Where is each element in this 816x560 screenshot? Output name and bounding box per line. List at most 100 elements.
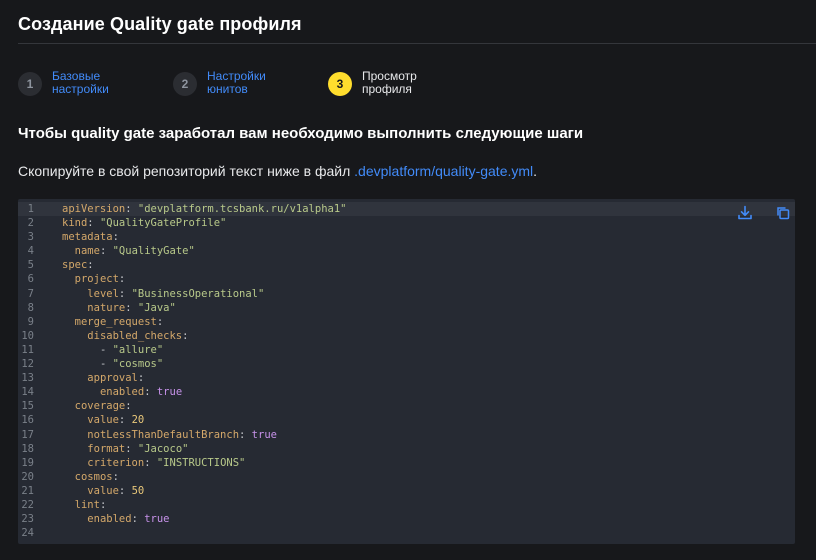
code-text: notLessThanDefaultBranch: true [87,428,277,441]
instruction-prefix: Скопируйте в свой репозиторий текст ниже… [18,163,355,179]
yaml-value: "QualityGate" [112,245,195,258]
yaml-key: enabled [99,386,145,399]
line-number: 22 [21,498,34,511]
code-line: 24 [18,526,347,540]
line-number: 9 [27,315,34,328]
yaml-key: spec [62,259,88,272]
yaml-value: "Jacoco" [137,442,189,455]
code-text: name: "QualityGate" [74,245,195,258]
code-line: 22 lint: [18,498,347,512]
yaml-key: lint [74,498,100,511]
line-number: 7 [27,287,34,300]
yaml-value: "BusinessOperational" [131,287,265,300]
line-number: 3 [27,231,34,244]
yaml-key: nature [87,301,126,314]
copy-icon [777,207,790,220]
line-number: 20 [21,470,34,483]
code-block: 1 apiVersion: "devplatform.tcsbank.ru/v1a… [18,199,795,544]
yaml-key: level [87,287,119,300]
code-line: 4 name: "QualityGate" [18,244,347,258]
line-number: 10 [21,329,34,342]
step-3[interactable]: 3 Просмотр профиля [328,70,442,96]
code-line: 11 - "allure" [18,343,347,357]
line-number: 17 [21,428,34,441]
yaml-key: disabled_checks [87,329,183,342]
line-number: 14 [21,386,34,399]
yaml-value: "cosmos" [112,358,164,371]
yaml-value: "Java" [137,301,176,314]
code-line: 14 enabled: true [18,385,347,399]
line-number: 8 [27,301,34,314]
line-number: 11 [21,343,34,356]
step-3-number: 3 [328,72,352,96]
code-text: level: "BusinessOperational" [87,287,265,300]
code-line: 9 merge_request: [18,315,347,329]
code-line: 8 nature: "Java" [18,301,347,315]
step-2[interactable]: 2 Настройки юнитов [173,70,287,96]
code-text: lint: [74,498,107,511]
page-title: Создание Quality gate профиля [18,14,302,34]
code-text: enabled: true [87,513,170,526]
code-text: merge_request: [74,315,164,328]
yaml-value: "allure" [112,343,164,356]
code-line: 19 criterion: "INSTRUCTIONS" [18,456,347,470]
file-path-link[interactable]: .devplatform/quality-gate.yml [354,163,533,179]
line-number: 16 [21,414,34,427]
yaml-key: approval [87,372,138,385]
step-2-number: 2 [173,72,197,96]
yaml-value: "devplatform.tcsbank.ru/v1alpha1" [137,203,347,215]
code-text: kind: "QualityGateProfile" [62,217,227,230]
code-text: cosmos: [74,470,119,483]
line-number: 4 [27,245,34,258]
code-line: 6 project: [18,272,347,286]
code-line: 18 format: "Jacoco" [18,442,347,456]
yaml-key: value [87,414,119,427]
instruction-text: Скопируйте в свой репозиторий текст ниже… [18,163,537,179]
code-line: 20 cosmos: [18,470,347,484]
step-3-label: Просмотр профиля [362,69,417,96]
code-text: - "cosmos" [99,358,164,371]
section-heading: Чтобы quality gate заработал вам необход… [18,125,584,142]
yaml-key: kind [62,217,88,230]
code-text: apiVersion: "devplatform.tcsbank.ru/v1al… [62,203,347,215]
code-text: metadata: [62,231,119,244]
code-text: project: [74,273,126,286]
yaml-value: 50 [131,484,145,497]
line-number: 23 [21,513,34,526]
copy-button[interactable] [774,204,792,222]
download-icon [738,205,752,220]
code-line: 15 coverage: [18,399,347,413]
yaml-key: merge_request [74,315,157,328]
code-text: value: 50 [87,484,145,497]
yaml-key: metadata [62,231,113,244]
code-text: - "allure" [99,343,164,356]
code-line: 16 value: 20 [18,413,347,427]
yaml-key: notLessThanDefaultBranch [87,428,240,441]
line-number: 19 [21,456,34,469]
code-text: nature: "Java" [87,301,176,314]
code-text: coverage: [74,400,132,413]
yaml-key: coverage [74,400,126,413]
yaml-key: criterion [87,456,145,469]
line-number: 18 [21,442,34,455]
code-line: 2 kind: "QualityGateProfile" [18,216,347,230]
download-button[interactable] [736,204,754,222]
code-line: 5 spec: [18,258,347,272]
yaml-value: "QualityGateProfile" [99,217,227,230]
step-1[interactable]: 1 Базовые настройки [18,70,132,96]
code-text: approval: [87,372,145,385]
code-lines: 1 apiVersion: "devplatform.tcsbank.ru/v1a… [18,202,347,540]
title-divider [18,43,816,44]
yaml-key: enabled [87,513,132,526]
yaml-value: "INSTRUCTIONS" [156,456,246,469]
line-number: 21 [21,484,34,497]
yaml-key: name [74,245,100,258]
line-number: 2 [27,217,34,230]
yaml-key: project [74,273,119,286]
code-line: 23 enabled: true [18,512,347,526]
code-line: 7 level: "BusinessOperational" [18,287,347,301]
yaml-value: true [251,428,277,441]
code-text: spec: [62,259,94,272]
code-line: 17 notLessThanDefaultBranch: true [18,428,347,442]
line-number: 24 [21,527,34,540]
